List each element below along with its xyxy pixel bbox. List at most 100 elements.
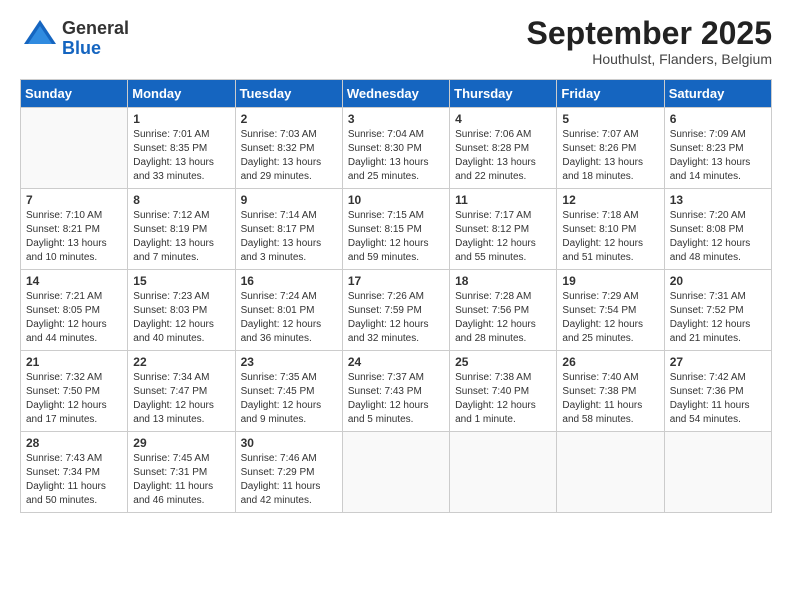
day-number: 20 (670, 274, 766, 288)
day-number: 5 (562, 112, 658, 126)
day-number: 30 (241, 436, 337, 450)
table-row: 22 Sunrise: 7:34 AM Sunset: 7:47 PM Dayli… (128, 351, 235, 432)
table-row: 25 Sunrise: 7:38 AM Sunset: 7:40 PM Dayli… (450, 351, 557, 432)
calendar-week-row: 21Sunrise: 7:32 AM Sunset: 7:50 PM Dayli… (21, 351, 772, 432)
day-info: Sunrise: 7:07 AM Sunset: 8:26 PM Dayligh… (562, 128, 658, 184)
day-number: 2 (241, 112, 337, 126)
day-number: 21 (26, 355, 122, 369)
day-number: 4 (455, 112, 551, 126)
day-number: 27 (670, 355, 766, 369)
col-monday: Monday (128, 80, 235, 108)
col-friday: Friday (557, 80, 664, 108)
day-info: Sunrise: 7:34 AM Sunset: 7:47 PM Dayligh… (133, 371, 229, 427)
day-info: Sunrise: 7:06 AM Sunset: 8:28 PM Dayligh… (455, 128, 551, 184)
table-row: 15 Sunrise: 7:23 AM Sunset: 8:03 PM Dayli… (128, 270, 235, 351)
table-row: 11 Sunrise: 7:17 AM Sunset: 8:12 PM Dayli… (450, 189, 557, 270)
day-number: 15 (133, 274, 229, 288)
table-row: 27Sunrise: 7:42 AM Sunset: 7:36 PM Dayli… (664, 351, 771, 432)
day-number: 16 (241, 274, 337, 288)
location: Houthulst, Flanders, Belgium (527, 51, 772, 67)
day-number: 18 (455, 274, 551, 288)
col-tuesday: Tuesday (235, 80, 342, 108)
calendar-week-row: 28Sunrise: 7:43 AM Sunset: 7:34 PM Dayli… (21, 432, 772, 513)
day-number: 10 (348, 193, 444, 207)
table-row: 3 Sunrise: 7:04 AM Sunset: 8:30 PM Daylig… (342, 108, 449, 189)
table-row: 28Sunrise: 7:43 AM Sunset: 7:34 PM Dayli… (21, 432, 128, 513)
table-row (450, 432, 557, 513)
day-number: 13 (670, 193, 766, 207)
day-info: Sunrise: 7:45 AM Sunset: 7:31 PM Dayligh… (133, 452, 229, 508)
day-number: 23 (241, 355, 337, 369)
day-info: Sunrise: 7:23 AM Sunset: 8:03 PM Dayligh… (133, 290, 229, 346)
day-info: Sunrise: 7:03 AM Sunset: 8:32 PM Dayligh… (241, 128, 337, 184)
table-row (342, 432, 449, 513)
col-saturday: Saturday (664, 80, 771, 108)
table-row: 9 Sunrise: 7:14 AM Sunset: 8:17 PM Daylig… (235, 189, 342, 270)
day-info: Sunrise: 7:10 AM Sunset: 8:21 PM Dayligh… (26, 209, 122, 265)
day-number: 3 (348, 112, 444, 126)
day-info: Sunrise: 7:01 AM Sunset: 8:35 PM Dayligh… (133, 128, 229, 184)
table-row: 13 Sunrise: 7:20 AM Sunset: 8:08 PM Dayli… (664, 189, 771, 270)
table-row: 30 Sunrise: 7:46 AM Sunset: 7:29 PM Dayli… (235, 432, 342, 513)
day-info: Sunrise: 7:20 AM Sunset: 8:08 PM Dayligh… (670, 209, 766, 265)
day-info: Sunrise: 7:26 AM Sunset: 7:59 PM Dayligh… (348, 290, 444, 346)
day-info: Sunrise: 7:43 AM Sunset: 7:34 PM Dayligh… (26, 452, 122, 508)
table-row: 20 Sunrise: 7:31 AM Sunset: 7:52 PM Dayli… (664, 270, 771, 351)
day-info: Sunrise: 7:17 AM Sunset: 8:12 PM Dayligh… (455, 209, 551, 265)
day-info: Sunrise: 7:46 AM Sunset: 7:29 PM Dayligh… (241, 452, 337, 508)
day-info: Sunrise: 7:09 AM Sunset: 8:23 PM Dayligh… (670, 128, 766, 184)
title-block: September 2025 Houthulst, Flanders, Belg… (527, 16, 772, 67)
table-row: 8Sunrise: 7:12 AM Sunset: 8:19 PM Daylig… (128, 189, 235, 270)
day-info: Sunrise: 7:24 AM Sunset: 8:01 PM Dayligh… (241, 290, 337, 346)
day-info: Sunrise: 7:29 AM Sunset: 7:54 PM Dayligh… (562, 290, 658, 346)
table-row: 10 Sunrise: 7:15 AM Sunset: 8:15 PM Dayli… (342, 189, 449, 270)
table-row: 16 Sunrise: 7:24 AM Sunset: 8:01 PM Dayli… (235, 270, 342, 351)
table-row: 14Sunrise: 7:21 AM Sunset: 8:05 PM Dayli… (21, 270, 128, 351)
table-row: 6Sunrise: 7:09 AM Sunset: 8:23 PM Daylig… (664, 108, 771, 189)
calendar-table: Sunday Monday Tuesday Wednesday Thursday… (20, 79, 772, 513)
day-info: Sunrise: 7:28 AM Sunset: 7:56 PM Dayligh… (455, 290, 551, 346)
day-info: Sunrise: 7:35 AM Sunset: 7:45 PM Dayligh… (241, 371, 337, 427)
logo-blue-text: Blue (62, 38, 101, 58)
day-number: 7 (26, 193, 122, 207)
day-number: 25 (455, 355, 551, 369)
day-info: Sunrise: 7:38 AM Sunset: 7:40 PM Dayligh… (455, 371, 551, 427)
day-number: 17 (348, 274, 444, 288)
table-row: 5 Sunrise: 7:07 AM Sunset: 8:26 PM Daylig… (557, 108, 664, 189)
col-wednesday: Wednesday (342, 80, 449, 108)
day-info: Sunrise: 7:40 AM Sunset: 7:38 PM Dayligh… (562, 371, 658, 427)
calendar-week-row: 1 Sunrise: 7:01 AM Sunset: 8:35 PM Daylig… (21, 108, 772, 189)
table-row: 23 Sunrise: 7:35 AM Sunset: 7:45 PM Dayli… (235, 351, 342, 432)
table-row (664, 432, 771, 513)
month-title: September 2025 (527, 16, 772, 51)
calendar-week-row: 14Sunrise: 7:21 AM Sunset: 8:05 PM Dayli… (21, 270, 772, 351)
table-row: 24Sunrise: 7:37 AM Sunset: 7:43 PM Dayli… (342, 351, 449, 432)
day-number: 26 (562, 355, 658, 369)
header: General Blue September 2025 Houthulst, F… (20, 16, 772, 67)
calendar-week-row: 7 Sunrise: 7:10 AM Sunset: 8:21 PM Daylig… (21, 189, 772, 270)
day-number: 8 (133, 193, 229, 207)
day-info: Sunrise: 7:31 AM Sunset: 7:52 PM Dayligh… (670, 290, 766, 346)
day-number: 22 (133, 355, 229, 369)
table-row: 4 Sunrise: 7:06 AM Sunset: 8:28 PM Daylig… (450, 108, 557, 189)
day-number: 14 (26, 274, 122, 288)
day-info: Sunrise: 7:18 AM Sunset: 8:10 PM Dayligh… (562, 209, 658, 265)
day-info: Sunrise: 7:04 AM Sunset: 8:30 PM Dayligh… (348, 128, 444, 184)
day-info: Sunrise: 7:37 AM Sunset: 7:43 PM Dayligh… (348, 371, 444, 427)
day-number: 9 (241, 193, 337, 207)
day-number: 29 (133, 436, 229, 450)
calendar-header-row: Sunday Monday Tuesday Wednesday Thursday… (21, 80, 772, 108)
col-thursday: Thursday (450, 80, 557, 108)
table-row: 26 Sunrise: 7:40 AM Sunset: 7:38 PM Dayli… (557, 351, 664, 432)
day-number: 11 (455, 193, 551, 207)
table-row: 7 Sunrise: 7:10 AM Sunset: 8:21 PM Daylig… (21, 189, 128, 270)
table-row: 12Sunrise: 7:18 AM Sunset: 8:10 PM Dayli… (557, 189, 664, 270)
logo-icon (20, 16, 60, 56)
day-info: Sunrise: 7:14 AM Sunset: 8:17 PM Dayligh… (241, 209, 337, 265)
day-number: 19 (562, 274, 658, 288)
day-number: 1 (133, 112, 229, 126)
table-row: 29 Sunrise: 7:45 AM Sunset: 7:31 PM Dayli… (128, 432, 235, 513)
table-row: 2 Sunrise: 7:03 AM Sunset: 8:32 PM Daylig… (235, 108, 342, 189)
day-info: Sunrise: 7:15 AM Sunset: 8:15 PM Dayligh… (348, 209, 444, 265)
table-row: 18 Sunrise: 7:28 AM Sunset: 7:56 PM Dayli… (450, 270, 557, 351)
